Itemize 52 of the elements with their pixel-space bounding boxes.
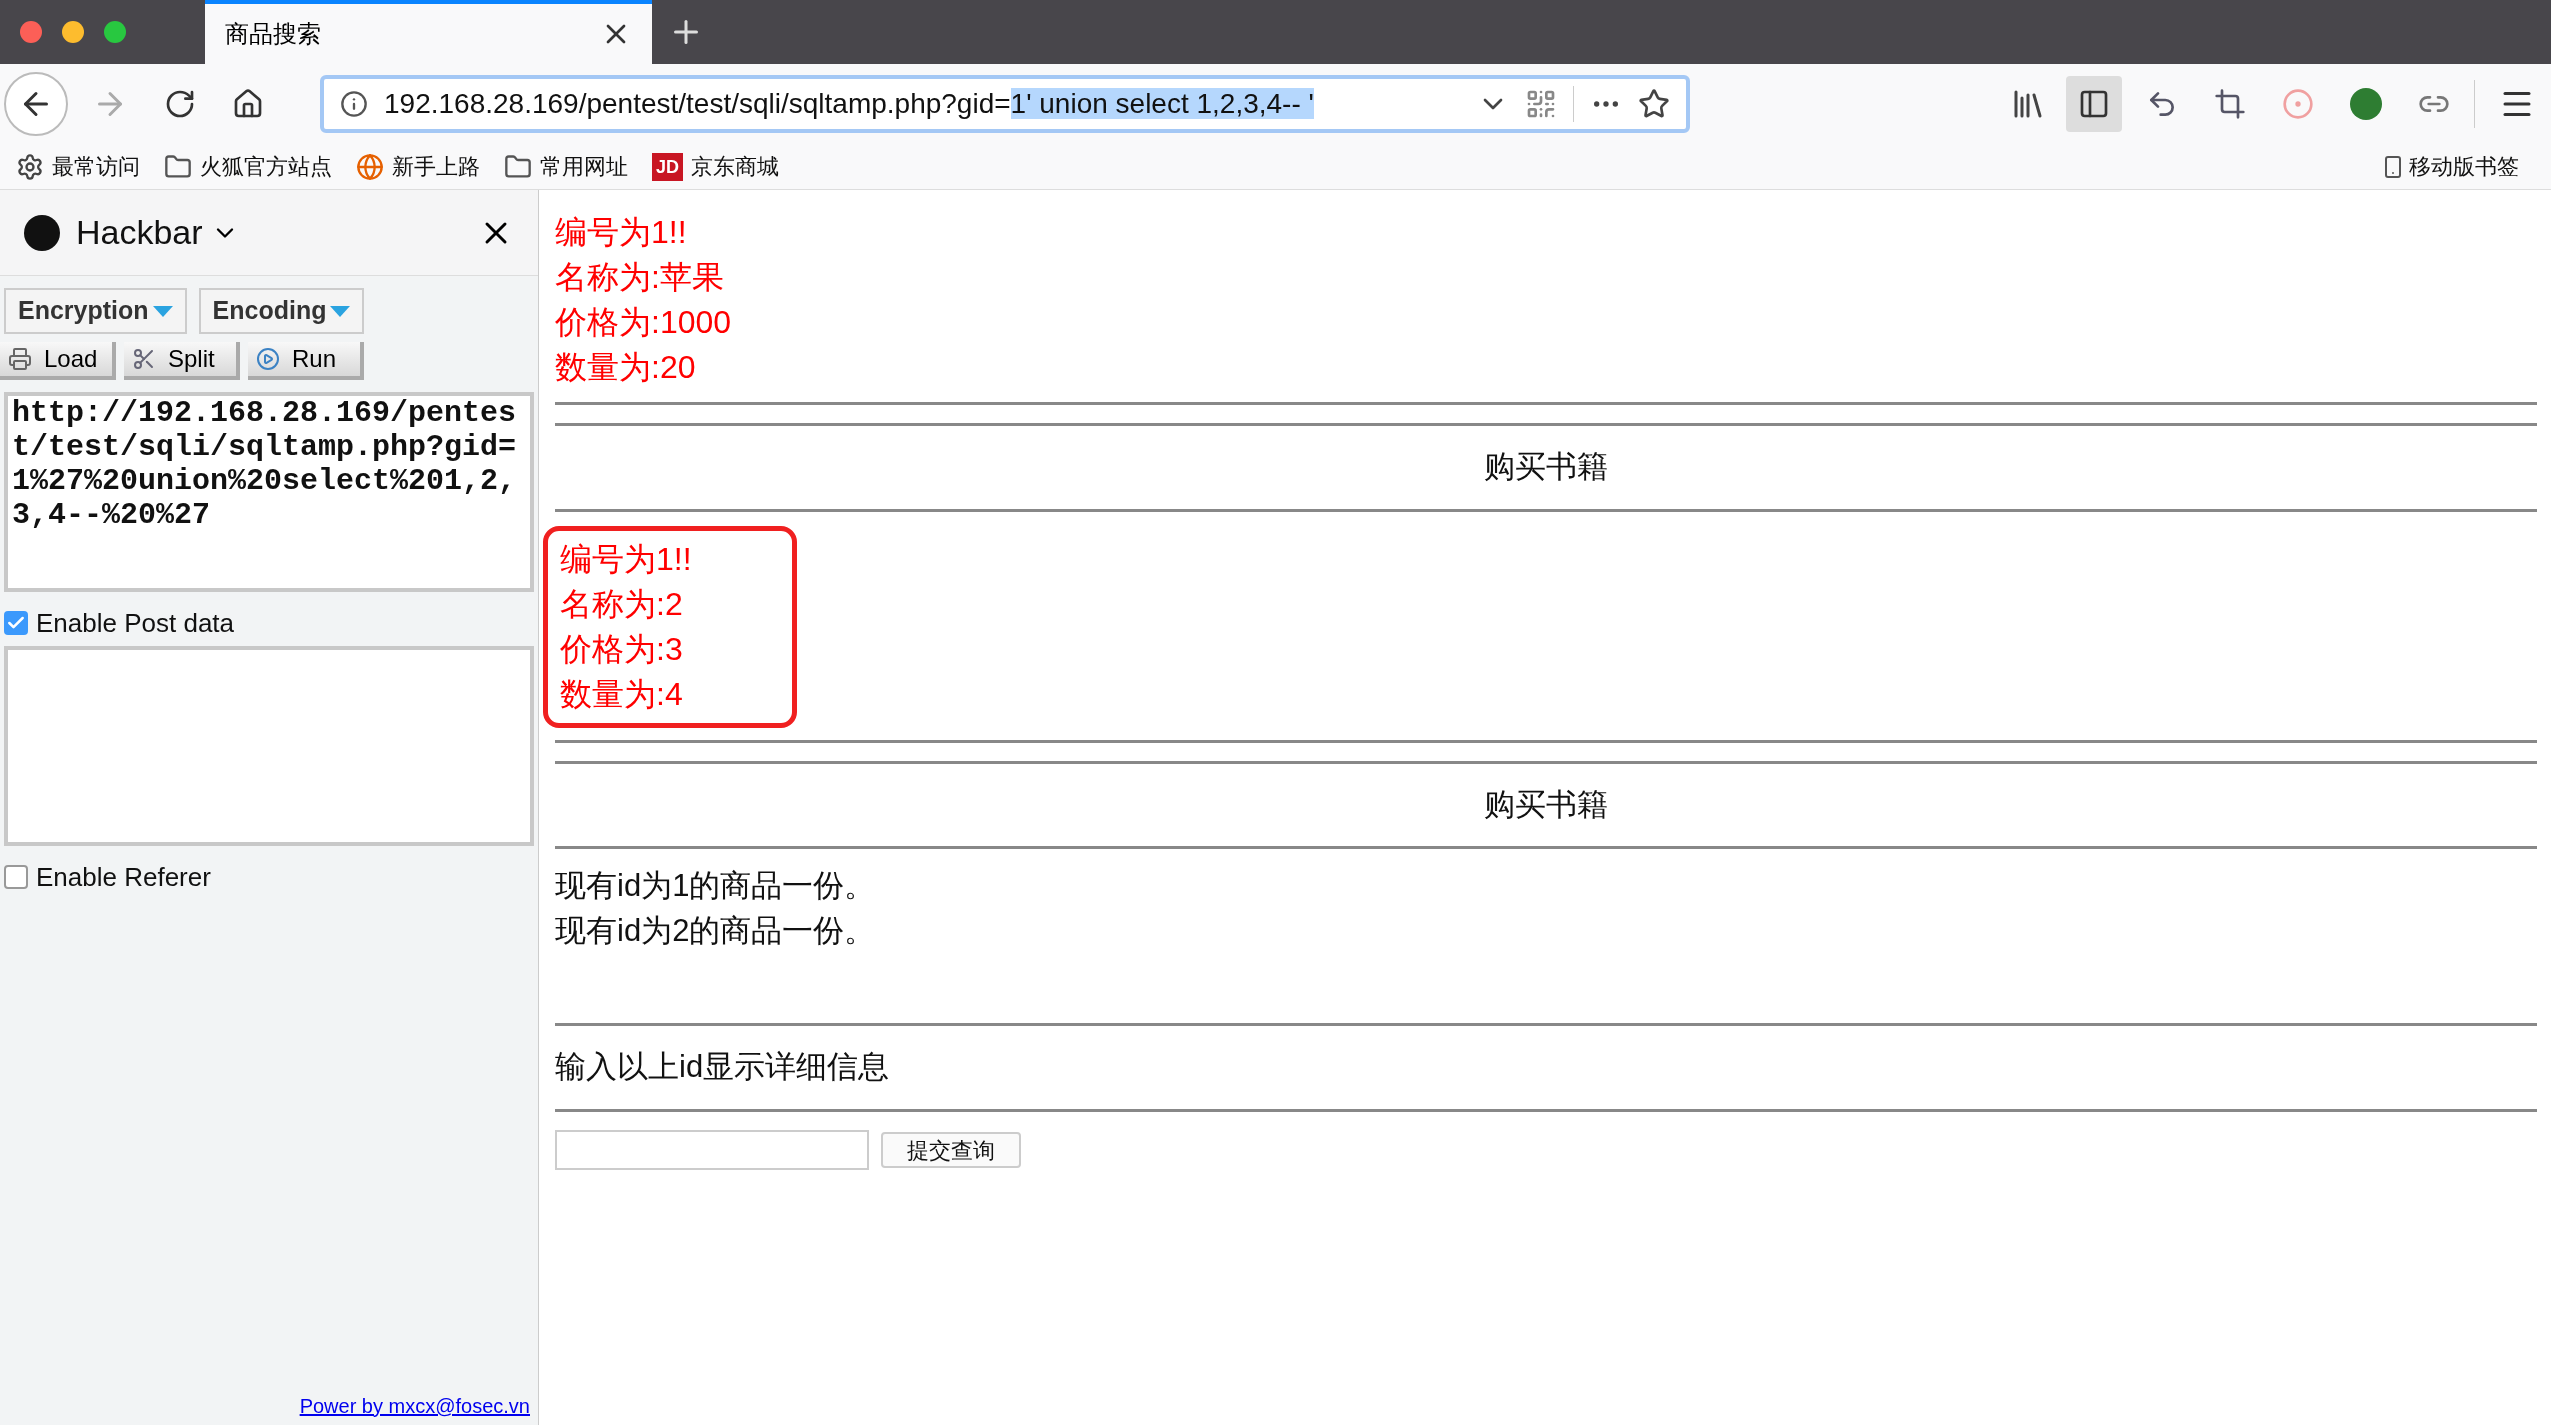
dropdown-menu-button[interactable]: Encoding	[198, 288, 365, 334]
action-button[interactable]: Run	[248, 342, 364, 380]
reload-icon[interactable]	[164, 88, 196, 120]
crop-icon[interactable]	[2214, 88, 2246, 120]
record-text: 名称为:苹果	[555, 258, 725, 297]
gear-icon	[16, 152, 44, 181]
printer-icon	[8, 347, 32, 371]
record-text: 数量为:4	[560, 674, 684, 714]
action-button[interactable]: Split	[124, 342, 240, 380]
mobile-bookmarks-link[interactable]: 移动版书签	[2409, 150, 2519, 183]
address-field[interactable]: 192.168.28.169/pentest/test/sqli/sqltamp.php?gid=1' union select 1,2,3,4-- '	[320, 75, 1690, 133]
record-text: 价格为:1000	[555, 303, 732, 342]
url-text: 192.168.28.169/pentest/test/sqli/sqltamp.php?gid=1' union select 1,2,3,4-- '	[384, 87, 1314, 121]
inventory-text: 现有id为2的商品一份。	[555, 912, 877, 950]
qr-code-icon[interactable]	[1525, 88, 1557, 120]
sidebar-toggle-button[interactable]	[2066, 76, 2122, 132]
sidebar-icon[interactable]	[2078, 88, 2110, 120]
bookmark-star-icon[interactable]	[1638, 88, 1670, 120]
jd-logo: JD	[652, 152, 683, 181]
play-icon	[256, 347, 280, 371]
record-text: 编号为1!!	[555, 213, 688, 252]
dropdown-menu-button[interactable]: Encryption	[4, 288, 187, 334]
footer-link[interactable]: Power by mxcx@fosec.vn	[299, 1391, 530, 1421]
section-heading: 购买书籍	[1483, 448, 1609, 486]
browser-tab[interactable]: 商品搜索	[205, 0, 652, 64]
submit-button[interactable]: 提交查询	[881, 1131, 1021, 1168]
bookmark-link[interactable]: 新手上路	[392, 150, 480, 183]
home-icon[interactable]	[232, 88, 264, 120]
scissors-icon	[132, 347, 156, 371]
inventory-text: 现有id为1的商品一份。	[555, 867, 877, 905]
folder-icon	[164, 152, 192, 181]
prompt-text: 输入以上id显示详细信息	[555, 1048, 891, 1086]
info-icon[interactable]	[340, 90, 368, 118]
option-label: Enable Post data	[36, 606, 235, 640]
sidebar-title[interactable]: Hackbar	[76, 207, 203, 258]
bookmark-link[interactable]: 最常访问	[52, 150, 140, 183]
globe-icon	[356, 152, 384, 181]
record-text: 编号为1!!	[560, 539, 692, 579]
action-button[interactable]: Load	[0, 342, 116, 380]
bookmark-link[interactable]: 火狐官方站点	[200, 150, 332, 183]
checkbox[interactable]	[4, 865, 28, 889]
record-text: 数量为:20	[555, 348, 697, 387]
hackbar-logo-icon	[24, 214, 60, 251]
section-heading: 购买书籍	[1483, 785, 1609, 824]
option-label: Enable Referer	[36, 860, 211, 894]
folder-icon	[504, 152, 532, 181]
record-text: 名称为:2	[560, 584, 684, 624]
url-textarea[interactable]: http://192.168.28.169/pentest/test/sqli/sqltamp.php?gid=1%27%20union%20select%201,2,3,4--%20%27	[4, 392, 534, 592]
id-input-field[interactable]	[555, 1129, 869, 1170]
record-text: 价格为:3	[560, 629, 684, 669]
bookmark-link[interactable]: 京东商城	[691, 150, 779, 183]
bookmark-link[interactable]: 常用网址	[540, 150, 628, 183]
